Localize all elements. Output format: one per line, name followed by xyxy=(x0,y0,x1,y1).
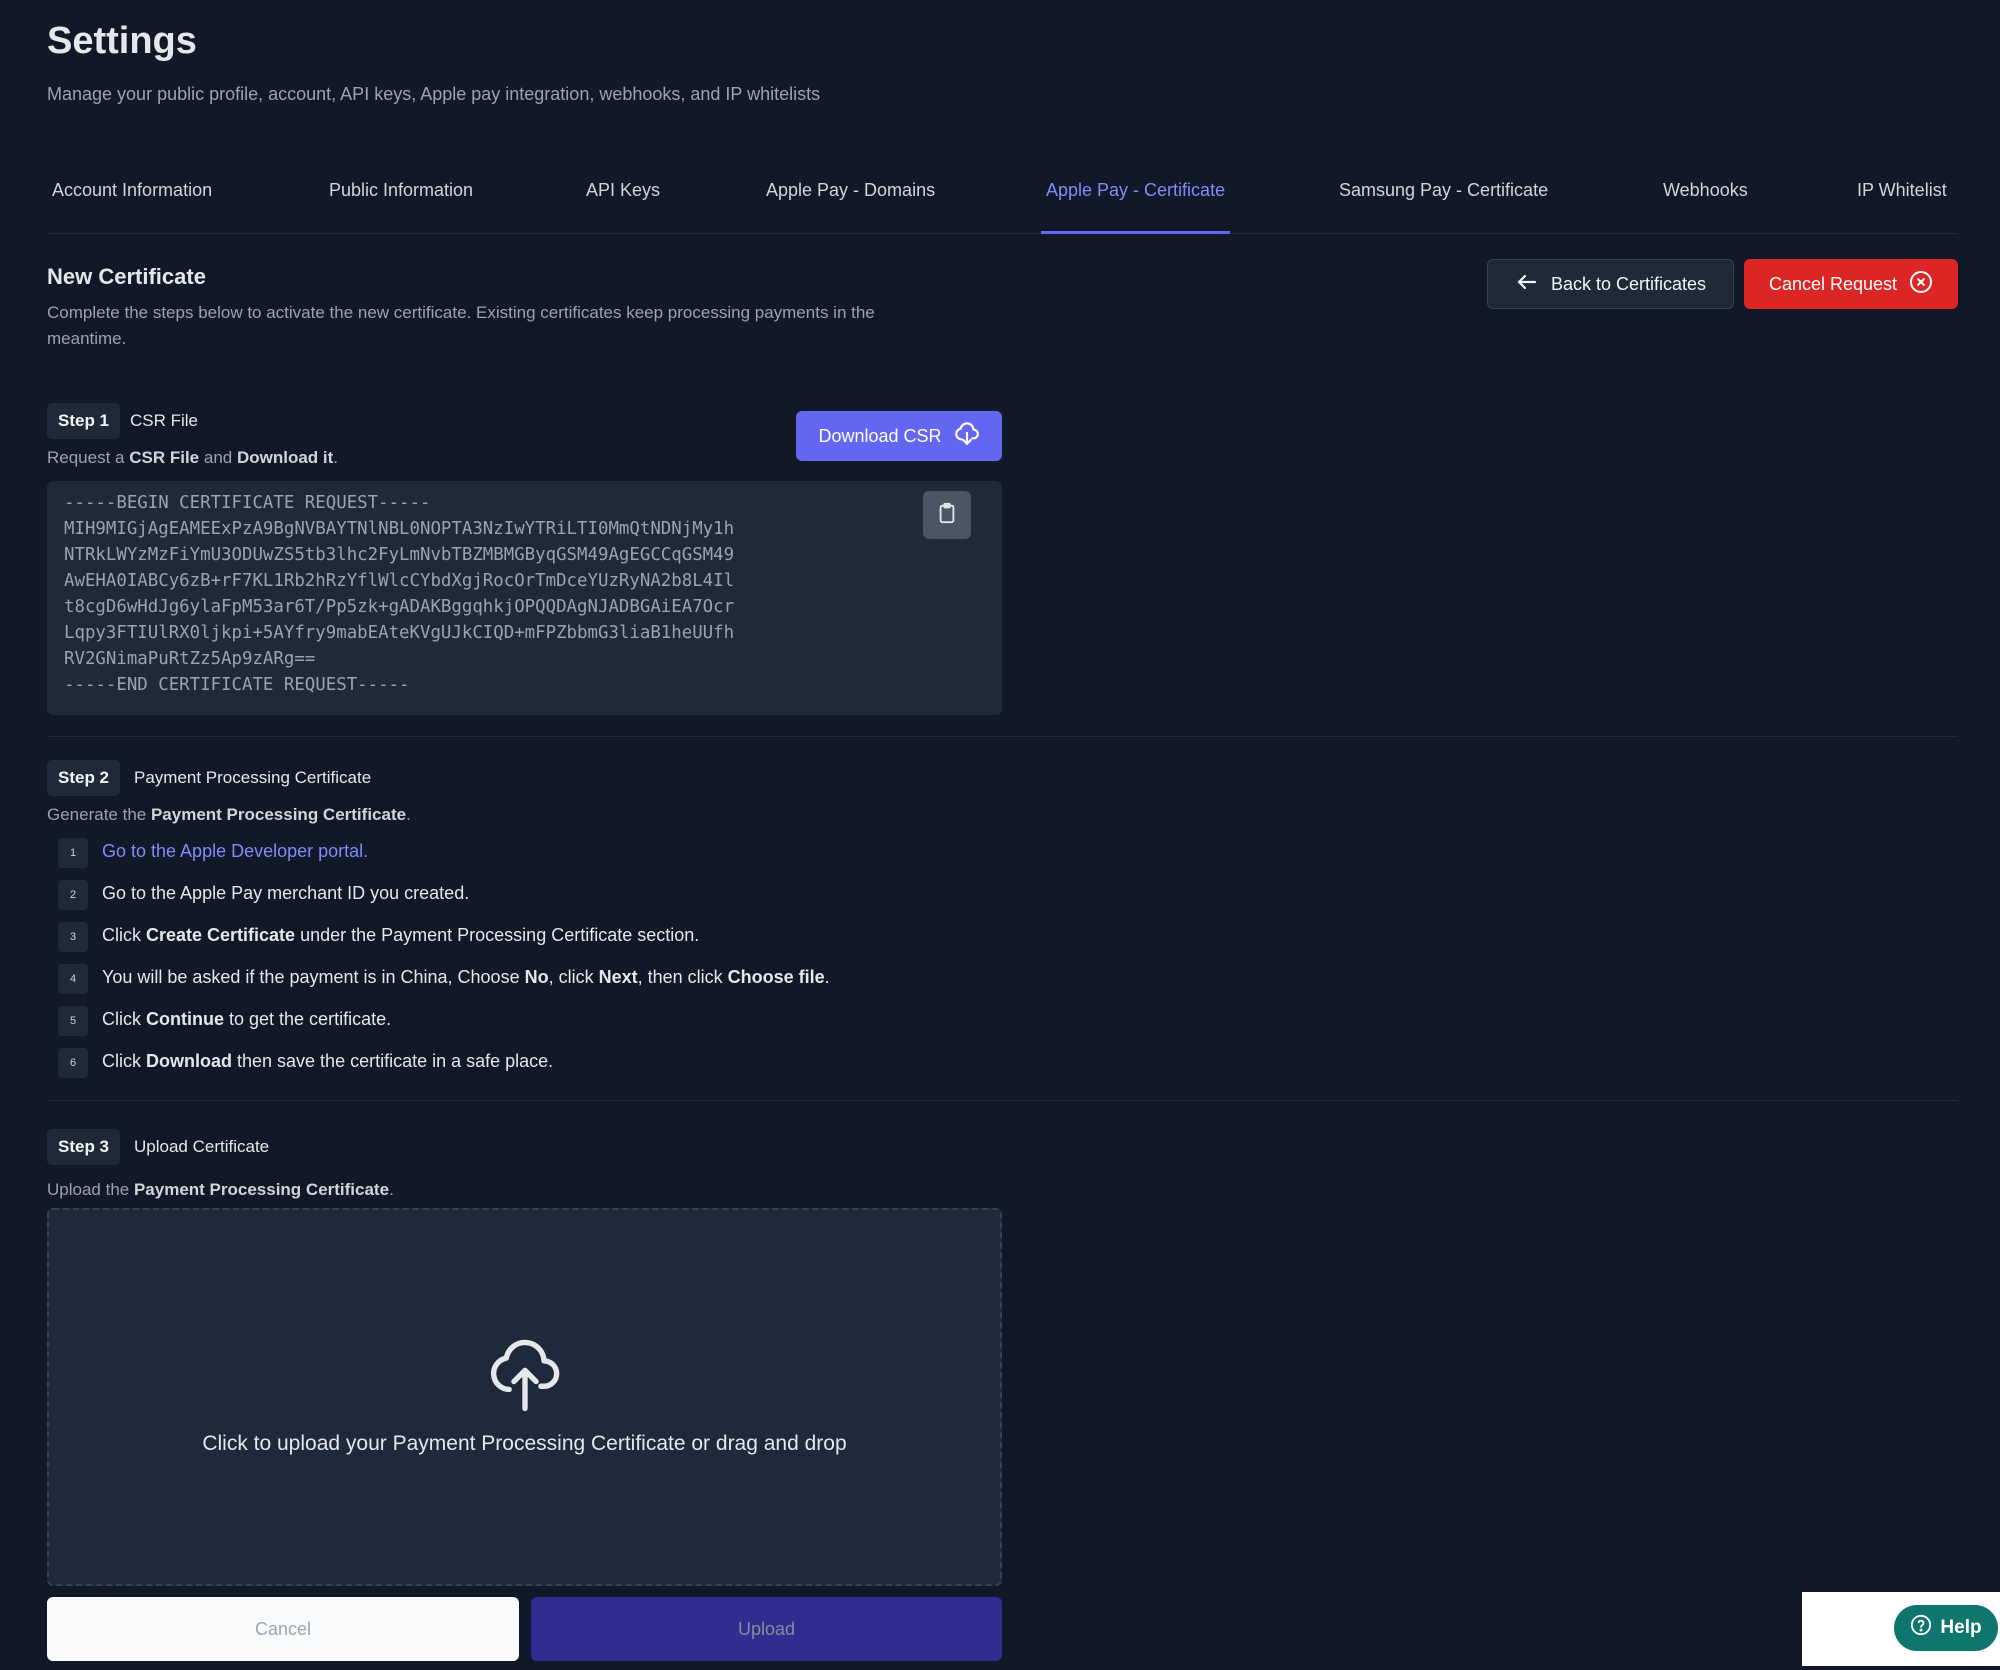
tab-webhooks[interactable]: Webhooks xyxy=(1658,180,1753,234)
step-1-name: CSR File xyxy=(130,411,199,430)
list-item: Click Download then save the certificate… xyxy=(102,1051,554,1071)
list-item: Click Create Certificate under the Payme… xyxy=(102,925,700,945)
step-number: 2 xyxy=(58,880,88,910)
csr-line: MIH9MIGjAgEAMEExPzA9BgNVBAYTNlNBL0NOPTA3… xyxy=(64,519,735,539)
page-title: Settings xyxy=(47,20,197,62)
question-circle-icon xyxy=(1910,1614,1932,1642)
step-number: 4 xyxy=(58,964,88,994)
tab-public-information[interactable]: Public Information xyxy=(324,180,478,234)
cancel-button[interactable]: Cancel xyxy=(47,1597,519,1661)
tab-apple-pay-domains[interactable]: Apple Pay - Domains xyxy=(761,180,940,234)
help-label: Help xyxy=(1940,1617,1982,1638)
step-2-name: Payment Processing Certificate xyxy=(134,768,372,787)
step-number: 6 xyxy=(58,1048,88,1078)
apple-developer-portal-link[interactable]: Go to the Apple Developer portal. xyxy=(102,841,368,861)
help-button[interactable]: Help xyxy=(1894,1605,1998,1651)
step-1-badge: Step 1 xyxy=(47,403,121,439)
arrow-left-icon xyxy=(1515,270,1539,299)
close-circle-icon xyxy=(1909,270,1933,299)
step-number: 3 xyxy=(58,922,88,952)
csr-line: Lqpy3FTIUlRX0ljkpi+5AYfry9mabEAteKVgUJkC… xyxy=(64,623,735,643)
divider xyxy=(47,736,1958,737)
step-3-badge: Step 3 xyxy=(47,1129,121,1165)
csr-line: AwEHA0IABCy6zB+rF7KL1Rb2hRzYflWlcCYbdXgj… xyxy=(64,571,735,591)
tab-ip-whitelist[interactable]: IP Whitelist xyxy=(1852,180,1952,234)
tab-api-keys[interactable]: API Keys xyxy=(581,180,665,234)
step-3-description: Upload the Payment Processing Certificat… xyxy=(47,1180,394,1199)
download-csr-label: Download CSR xyxy=(818,425,942,446)
certificate-dropzone[interactable]: Click to upload your Payment Processing … xyxy=(47,1208,1002,1586)
step-2-badge: Step 2 xyxy=(47,760,121,796)
cancel-request-label: Cancel Request xyxy=(1768,273,1898,294)
upload-button[interactable]: Upload xyxy=(531,1597,1002,1661)
cancel-request-button[interactable]: Cancel Request xyxy=(1744,259,1958,309)
csr-code-box: -----BEGIN CERTIFICATE REQUEST----- MIH9… xyxy=(47,481,1002,715)
back-to-certificates-label: Back to Certificates xyxy=(1550,273,1707,294)
step-3-name: Upload Certificate xyxy=(134,1137,270,1156)
step-1-description: Request a CSR File and Download it. xyxy=(47,448,339,467)
back-to-certificates-button[interactable]: Back to Certificates xyxy=(1487,259,1734,309)
tab-account-information[interactable]: Account Information xyxy=(47,180,217,234)
csr-line: t8cgD6wHdJg6ylaFpM53ar6T/Pp5zk+gADAKBggq… xyxy=(64,597,735,617)
settings-tabs: Account Information Public Information A… xyxy=(47,150,1958,234)
step-2-description: Generate the Payment Processing Certific… xyxy=(47,805,411,824)
tab-samsung-pay-certificate[interactable]: Samsung Pay - Certificate xyxy=(1334,180,1553,234)
csr-line: NTRkLWYzMzFiYmU3ODUwZS5tb3lhc2FyLmNvbTBZ… xyxy=(64,545,735,565)
section-description: Complete the steps below to activate the… xyxy=(47,303,875,348)
csr-line: -----END CERTIFICATE REQUEST----- xyxy=(64,675,410,695)
dropzone-text: Click to upload your Payment Processing … xyxy=(202,1432,847,1455)
download-csr-button[interactable]: Download CSR xyxy=(796,411,1002,461)
clipboard-icon xyxy=(936,502,958,529)
step-number: 1 xyxy=(58,838,88,868)
divider xyxy=(47,1100,1958,1101)
page-subtitle: Manage your public profile, account, API… xyxy=(47,84,821,104)
csr-line: -----BEGIN CERTIFICATE REQUEST----- xyxy=(64,493,431,513)
cloud-download-icon xyxy=(954,421,980,452)
section-title: New Certificate xyxy=(47,264,206,289)
cloud-upload-icon xyxy=(487,1332,563,1417)
copy-csr-button[interactable] xyxy=(923,491,971,539)
list-item: You will be asked if the payment is in C… xyxy=(102,967,830,987)
help-widget: Help xyxy=(1802,1592,2000,1666)
list-item: Go to the Apple Developer portal. xyxy=(102,841,368,862)
list-item: Go to the Apple Pay merchant ID you crea… xyxy=(102,883,470,903)
csr-line: RV2GNimaPuRtZz5Ap9zARg== xyxy=(64,649,316,669)
tab-apple-pay-certificate[interactable]: Apple Pay - Certificate xyxy=(1041,180,1231,234)
list-item: Click Continue to get the certificate. xyxy=(102,1009,392,1029)
step-number: 5 xyxy=(58,1006,88,1036)
